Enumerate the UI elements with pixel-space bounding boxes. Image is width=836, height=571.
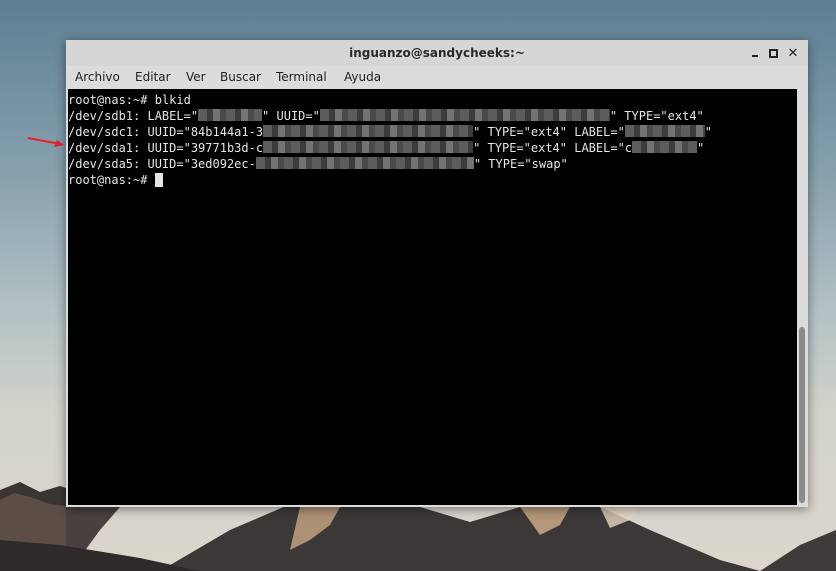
redacted-block bbox=[319, 109, 610, 121]
menu-bar: Archivo Editar Ver Buscar Terminal Ayuda bbox=[66, 66, 808, 88]
window-title: inguanzo@sandycheeks:~ bbox=[349, 46, 525, 60]
maximize-icon bbox=[768, 48, 778, 58]
line-text: " UUID=" bbox=[262, 109, 320, 123]
menu-ayuda[interactable]: Ayuda bbox=[344, 69, 381, 85]
terminal-line: /dev/sdc1: UUID="84b144a1-3 " TYPE="ext4"… bbox=[68, 124, 712, 140]
line-text: " TYPE="ext4" LABEL=" bbox=[473, 125, 625, 139]
line-text: /dev/sda5: UUID="3ed092ec- bbox=[68, 157, 256, 171]
minimize-icon bbox=[752, 55, 758, 57]
close-button[interactable]: ✕ bbox=[784, 44, 802, 62]
red-arrow-icon bbox=[27, 137, 64, 147]
redacted-block bbox=[198, 109, 263, 121]
terminal-line: /dev/sda1: UUID="39771b3d-c " TYPE="ext4"… bbox=[68, 140, 704, 156]
line-text: " bbox=[697, 141, 705, 155]
redacted-block bbox=[632, 141, 698, 153]
terminal-window: inguanzo@sandycheeks:~ ✕ Archivo Editar … bbox=[66, 40, 808, 507]
minimize-button[interactable] bbox=[746, 44, 764, 62]
maximize-button[interactable] bbox=[764, 44, 782, 62]
close-icon: ✕ bbox=[787, 45, 799, 61]
line-text: " TYPE="ext4" LABEL="c bbox=[473, 141, 633, 155]
line-text: " bbox=[704, 125, 713, 139]
prompt: root@nas:~# bbox=[68, 93, 155, 107]
prompt: root@nas:~# bbox=[68, 173, 155, 187]
terminal-output[interactable]: root@nas:~# blkid /dev/sdb1: LABEL=" " UU… bbox=[68, 89, 797, 505]
menu-ver[interactable]: Ver bbox=[186, 69, 206, 85]
terminal-line: /dev/sda5: UUID="3ed092ec- " TYPE="swap" bbox=[68, 156, 568, 172]
line-text: /dev/sda1: UUID="39771b3d-c bbox=[68, 141, 264, 155]
text-cursor bbox=[154, 173, 163, 187]
terminal-line-prompt: root@nas:~# bbox=[68, 172, 163, 188]
command-text: blkid bbox=[154, 93, 191, 107]
menu-terminal[interactable]: Terminal bbox=[276, 69, 327, 85]
terminal-line-command: root@nas:~# blkid bbox=[68, 92, 191, 108]
redacted-block bbox=[255, 157, 474, 169]
redacted-block bbox=[263, 125, 474, 137]
line-text: " TYPE="swap" bbox=[473, 157, 568, 171]
line-text: " TYPE="ext4" bbox=[609, 109, 704, 123]
redacted-block bbox=[263, 141, 474, 153]
line-text: /dev/sdc1: UUID="84b144a1-3 bbox=[68, 125, 264, 139]
redacted-block bbox=[624, 125, 705, 137]
menu-buscar[interactable]: Buscar bbox=[220, 69, 261, 85]
line-text: /dev/sdb1: LABEL=" bbox=[68, 109, 199, 123]
menu-archivo[interactable]: Archivo bbox=[75, 69, 120, 85]
title-bar[interactable]: inguanzo@sandycheeks:~ ✕ bbox=[66, 40, 808, 66]
scrollbar-thumb[interactable] bbox=[799, 327, 805, 503]
scrollbar[interactable] bbox=[797, 89, 808, 505]
menu-editar[interactable]: Editar bbox=[135, 69, 171, 85]
terminal-line: /dev/sdb1: LABEL=" " UUID=" " TYPE="ext4" bbox=[68, 108, 704, 124]
